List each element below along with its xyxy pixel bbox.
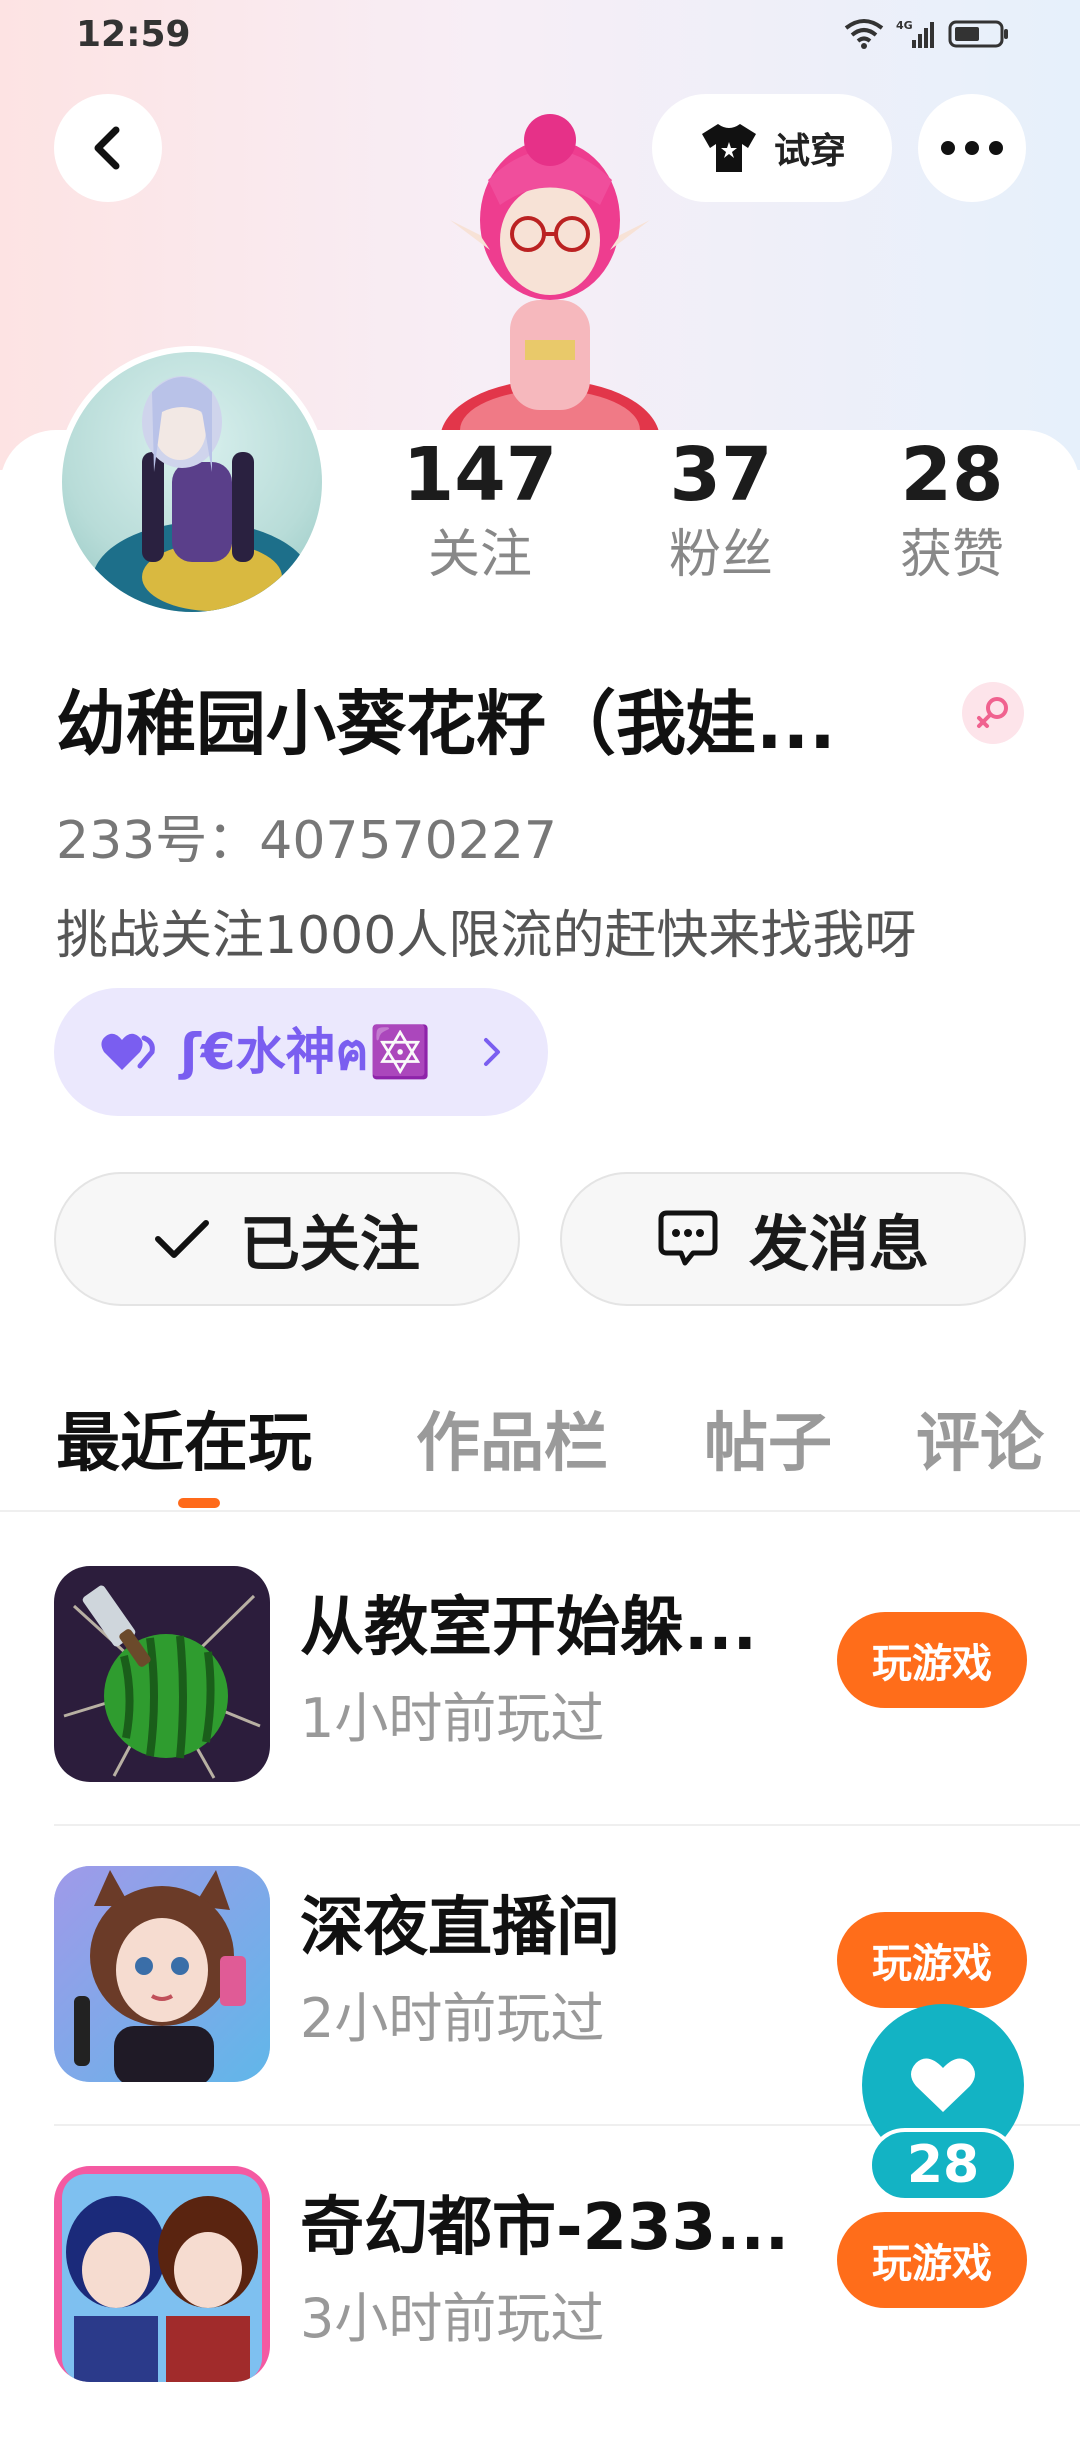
status-icons: 4G: [844, 18, 1010, 50]
stat-followers[interactable]: 37 粉丝: [621, 430, 821, 590]
status-time: 12:59: [76, 14, 191, 55]
fantasy-city-game-icon: [54, 2166, 270, 2382]
send-message-label: 发消息: [749, 1209, 929, 1280]
profile-bio: 挑战关注1000人限流的赶快来找我呀: [56, 906, 917, 966]
svg-text:4G: 4G: [896, 19, 913, 32]
stat-likes[interactable]: 28 获赞: [852, 430, 1052, 590]
female-symbol-icon: [977, 697, 1008, 728]
cellular-signal-icon: 4G: [896, 19, 934, 48]
game-thumbnail: [54, 2166, 270, 2382]
like-count-badge: 28: [868, 2128, 1018, 2202]
game-thumbnail: [54, 1566, 270, 1782]
profile-name: 幼稚园小葵花籽（我娃...: [56, 683, 836, 765]
more-dots-icon: [941, 141, 1003, 155]
list-item[interactable]: 从教室开始躲... 1小时前玩过 玩游戏: [54, 1556, 1080, 1856]
more-button[interactable]: [918, 94, 1026, 202]
livestream-girl-game-icon: [54, 1866, 270, 2082]
battery-icon: [948, 20, 1008, 48]
chat-bubble-icon: [658, 1210, 718, 1266]
chevron-right-icon: [484, 1038, 500, 1066]
gender-female-badge: [962, 682, 1024, 744]
back-button[interactable]: [54, 94, 162, 202]
stat-value: 147: [402, 432, 558, 518]
friend-tag-label: ʃ€水神ฅ🔯: [180, 1023, 432, 1081]
wifi-icon: [844, 19, 884, 49]
stat-following[interactable]: 147 关注: [380, 430, 580, 590]
shirt-icon: [701, 124, 756, 172]
profile-tabs: 最近在玩 作品栏 帖子 评论: [56, 1392, 1080, 1502]
play-game-button[interactable]: 玩游戏: [837, 2212, 1027, 2308]
active-tab-indicator: [178, 1498, 220, 1508]
game-last-played: 3小时前玩过: [300, 2287, 605, 2350]
friend-tag-chip[interactable]: ʃ€水神ฅ🔯: [54, 988, 548, 1116]
following-label: 已关注: [240, 1209, 420, 1280]
tab-recently-played[interactable]: 最近在玩: [56, 1392, 312, 1484]
tab-comments[interactable]: 评论: [916, 1392, 1044, 1484]
profile-stats: 147 关注 37 粉丝 28 获赞: [380, 430, 1060, 610]
double-heart-icon: [101, 1033, 155, 1070]
user-id: 233号：407570227: [56, 811, 558, 871]
watermelon-game-icon: [54, 1566, 270, 1782]
game-title: 奇幻都市-233...: [300, 2191, 790, 2265]
stat-label: 粉丝: [668, 525, 773, 585]
tabs-divider: [0, 1510, 1080, 1512]
send-message-button[interactable]: 发消息: [560, 1172, 1026, 1306]
play-game-button[interactable]: 玩游戏: [837, 1912, 1027, 2008]
list-divider: [54, 1824, 1080, 1826]
avatar-character-image: [92, 376, 312, 612]
stat-label: 获赞: [899, 525, 1004, 585]
game-thumbnail: [54, 1866, 270, 2082]
play-game-button[interactable]: 玩游戏: [837, 1612, 1027, 1708]
heart-icon: [911, 2058, 975, 2112]
game-last-played: 2小时前玩过: [300, 1987, 605, 2050]
try-on-label: 试穿: [773, 131, 846, 172]
tab-posts[interactable]: 帖子: [704, 1392, 832, 1484]
stat-label: 关注: [427, 525, 532, 585]
game-title: 深夜直播间: [300, 1891, 620, 1965]
following-button[interactable]: 已关注: [54, 1172, 520, 1306]
chevron-left-icon: [94, 126, 120, 170]
avatar[interactable]: [56, 346, 328, 618]
character-model-image: [440, 114, 660, 480]
game-last-played: 1小时前玩过: [300, 1687, 605, 1750]
try-on-button[interactable]: 试穿: [652, 94, 892, 202]
stat-value: 37: [669, 432, 773, 518]
game-title: 从教室开始躲...: [300, 1591, 757, 1665]
checkmark-icon: [155, 1220, 209, 1258]
tab-works[interactable]: 作品栏: [416, 1392, 608, 1484]
stat-value: 28: [900, 432, 1004, 518]
status-bar: 12:59 4G: [0, 0, 1080, 74]
